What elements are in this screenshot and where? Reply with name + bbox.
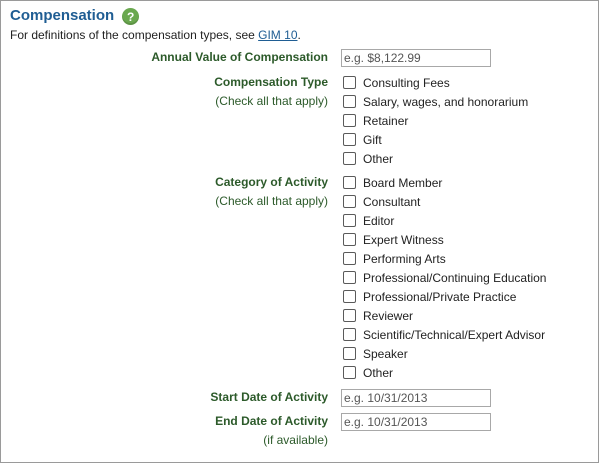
category-activity-label-block: Category of Activity (Check all that app… [215, 173, 328, 211]
checkbox-professional-private-practice[interactable]: Professional/Private Practice [343, 287, 546, 306]
checkbox-retainer[interactable]: Retainer [343, 111, 528, 130]
option-label: Professional/Continuing Education [363, 270, 547, 285]
checkbox[interactable] [343, 328, 356, 341]
checkbox-scientific-technical-expert-advisor[interactable]: Scientific/Technical/Expert Advisor [343, 325, 546, 344]
option-label: Editor [363, 213, 395, 228]
checkbox-speaker[interactable]: Speaker [343, 344, 546, 363]
checkbox[interactable] [343, 347, 356, 360]
checkbox-expert-witness[interactable]: Expert Witness [343, 230, 546, 249]
checkbox[interactable] [343, 114, 356, 127]
checkbox[interactable] [343, 366, 356, 379]
checkbox[interactable] [343, 76, 356, 89]
section-title: Compensation [10, 7, 115, 24]
section-header: Compensation ? [10, 6, 140, 25]
help-question-icon[interactable]: ? [122, 8, 140, 25]
checkbox[interactable] [343, 290, 356, 303]
option-label: Speaker [363, 346, 408, 361]
checkbox[interactable] [343, 271, 356, 284]
checkbox-consulting-fees[interactable]: Consulting Fees [343, 73, 528, 92]
end-date-label: End Date of Activity [215, 414, 328, 428]
option-label: Consultant [363, 194, 421, 209]
compensation-type-options: Consulting Fees Salary, wages, and honor… [343, 73, 528, 168]
checkbox[interactable] [343, 95, 356, 108]
end-date-hint: (if available) [263, 433, 328, 447]
end-date-input[interactable] [341, 413, 491, 431]
end-date-label-block: End Date of Activity (if available) [215, 412, 328, 450]
checkbox-gift[interactable]: Gift [343, 130, 528, 149]
option-label: Retainer [363, 113, 409, 128]
checkbox-performing-arts[interactable]: Performing Arts [343, 249, 546, 268]
checkbox-consultant[interactable]: Consultant [343, 192, 546, 211]
option-label: Board Member [363, 175, 443, 190]
option-label: Salary, wages, and honorarium [363, 94, 529, 109]
category-activity-label: Category of Activity [215, 175, 328, 189]
checkbox[interactable] [343, 214, 356, 227]
checkbox-salary-wages-honorarium[interactable]: Salary, wages, and honorarium [343, 92, 528, 111]
checkbox[interactable] [343, 195, 356, 208]
category-activity-hint: (Check all that apply) [215, 194, 328, 208]
option-label: Reviewer [363, 308, 414, 323]
option-label: Professional/Private Practice [363, 289, 517, 304]
annual-value-label-block: Annual Value of Compensation [151, 48, 328, 67]
compensation-panel: Compensation ? For definitions of the co… [0, 0, 599, 463]
intro-text-lead: For definitions of the compensation type… [10, 28, 259, 42]
option-label: Performing Arts [363, 251, 446, 266]
checkbox-activity-other[interactable]: Other [343, 363, 546, 382]
intro-text-end: . [297, 28, 301, 42]
intro-text: For definitions of the compensation type… [10, 28, 301, 42]
checkbox[interactable] [343, 309, 356, 322]
compensation-type-label-block: Compensation Type (Check all that apply) [214, 73, 328, 111]
checkbox-reviewer[interactable]: Reviewer [343, 306, 546, 325]
annual-value-input[interactable] [341, 49, 491, 67]
option-label: Expert Witness [363, 232, 444, 247]
checkbox[interactable] [343, 176, 356, 189]
checkbox-professional-continuing-education[interactable]: Professional/Continuing Education [343, 268, 546, 287]
annual-value-label: Annual Value of Compensation [151, 50, 328, 64]
checkbox-editor[interactable]: Editor [343, 211, 546, 230]
start-date-label: Start Date of Activity [210, 390, 328, 404]
start-date-label-block: Start Date of Activity [210, 388, 328, 407]
option-label: Other [363, 151, 394, 166]
checkbox[interactable] [343, 233, 356, 246]
compensation-type-label: Compensation Type [214, 75, 328, 89]
option-label: Other [363, 365, 394, 380]
compensation-type-hint: (Check all that apply) [215, 94, 328, 108]
checkbox[interactable] [343, 133, 356, 146]
checkbox-compensation-other[interactable]: Other [343, 149, 528, 168]
checkbox[interactable] [343, 252, 356, 265]
gim-10-link[interactable]: GIM 10 [258, 28, 297, 42]
option-label: Scientific/Technical/Expert Advisor [363, 327, 546, 342]
option-label: Consulting Fees [363, 75, 450, 90]
checkbox-board-member[interactable]: Board Member [343, 173, 546, 192]
option-label: Gift [363, 132, 382, 147]
checkbox[interactable] [343, 152, 356, 165]
start-date-input[interactable] [341, 389, 491, 407]
category-activity-options: Board Member Consultant Editor Expert Wi… [343, 173, 546, 382]
